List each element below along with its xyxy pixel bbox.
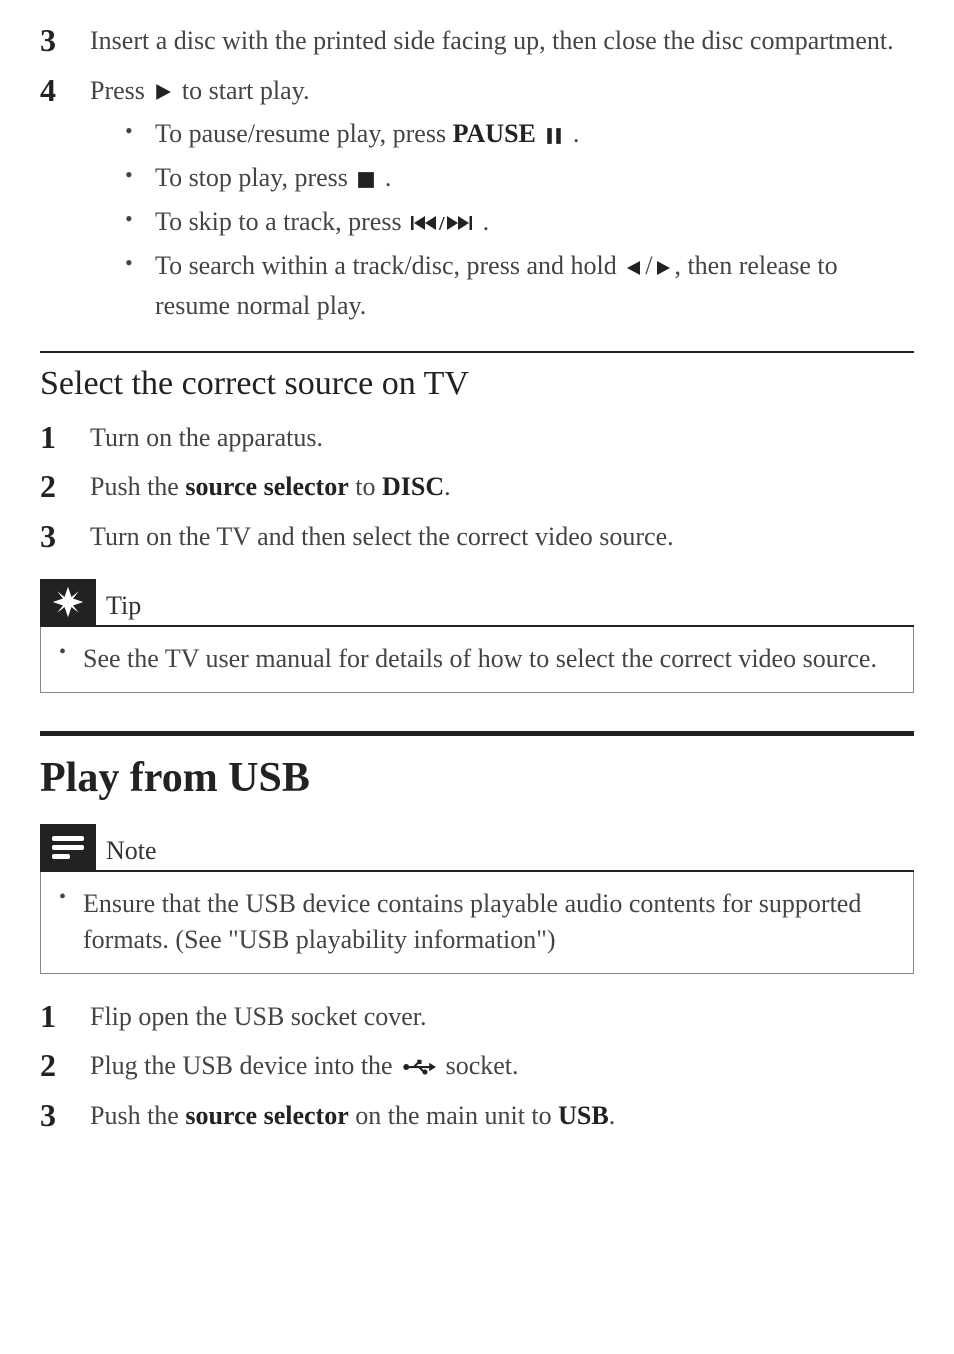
bullet-dot: • (125, 115, 155, 147)
step-number: 2 (40, 1045, 90, 1087)
svg-text:/: / (438, 214, 445, 232)
usb-icon (402, 1049, 436, 1087)
tip-icon (40, 579, 96, 625)
bullet-dot: • (125, 203, 155, 235)
pause-icon (545, 118, 563, 156)
bullet-dot: • (59, 641, 83, 664)
bullet-dot: • (125, 159, 155, 191)
note-body: • Ensure that the USB device contains pl… (40, 872, 914, 974)
text-suffix: to start play. (182, 76, 310, 105)
bullet-search: • To search within a track/disc, press a… (125, 247, 914, 325)
step-text: Turn on the TV and then select the corre… (90, 516, 914, 556)
step-text: Flip open the USB socket cover. (90, 996, 914, 1036)
bullet-dot: • (125, 247, 155, 279)
step-text: Insert a disc with the printed side faci… (90, 20, 914, 60)
tip-body: • See the TV user manual for details of … (40, 627, 914, 692)
left-arrow-icon (626, 249, 642, 287)
text-prefix: Press (90, 76, 151, 105)
step-number: 4 (40, 70, 90, 112)
bullet-skip: • To skip to a track, press / (125, 203, 914, 243)
usb-label: USB (558, 1101, 609, 1130)
text: To skip to a track, press (155, 207, 408, 236)
tv-step-1: 1 Turn on the apparatus. (40, 417, 914, 459)
tv-step-3: 3 Turn on the TV and then select the cor… (40, 516, 914, 558)
skip-prev-next-icon: / (411, 205, 473, 243)
bullet-dot: • (59, 886, 83, 909)
step-text: Plug the USB device into the socket. (90, 1045, 914, 1087)
text: To stop play, press (155, 163, 354, 192)
step-number: 1 (40, 417, 90, 459)
tip-label: Tip (96, 591, 914, 625)
section-heading-tv: Select the correct source on TV (40, 365, 914, 403)
step-text: Push the source selector on the main uni… (90, 1095, 914, 1135)
step-number: 2 (40, 466, 90, 508)
note-callout: Note • Ensure that the USB device contai… (40, 824, 914, 974)
tip-text: See the TV user manual for details of ho… (83, 641, 895, 677)
usb-step-2: 2 Plug the USB device into the socket. (40, 1045, 914, 1087)
text: . (378, 163, 391, 192)
divider (40, 351, 914, 353)
step-3: 3 Insert a disc with the printed side fa… (40, 20, 914, 62)
step-text: Press to start play. • To pause/resume p… (90, 70, 914, 329)
note-text: Ensure that the USB device contains play… (83, 886, 895, 959)
step-text: Turn on the apparatus. (90, 417, 914, 457)
pause-label: PAUSE (453, 119, 536, 148)
play-icon (154, 74, 172, 112)
tv-step-2: 2 Push the source selector to DISC. (40, 466, 914, 508)
step-number: 3 (40, 20, 90, 62)
bullet-stop: • To stop play, press . (125, 159, 914, 199)
step-number: 3 (40, 1095, 90, 1137)
slash: / (645, 251, 652, 280)
text: . (476, 207, 489, 236)
source-selector-label: source selector (185, 472, 348, 501)
source-selector-label: source selector (185, 1101, 348, 1130)
text: To search within a track/disc, press and… (155, 251, 623, 280)
step-number: 1 (40, 996, 90, 1038)
right-arrow-icon (655, 249, 671, 287)
disc-label: DISC (382, 472, 444, 501)
text: . (566, 119, 579, 148)
section-heading-usb: Play from USB (40, 754, 914, 802)
step-4: 4 Press to start play. • To pause/resume… (40, 70, 914, 329)
stop-icon (357, 162, 375, 200)
thick-divider (40, 731, 914, 736)
usb-step-3: 3 Push the source selector on the main u… (40, 1095, 914, 1137)
usb-step-1: 1 Flip open the USB socket cover. (40, 996, 914, 1038)
step-number: 3 (40, 516, 90, 558)
step-text: Push the source selector to DISC. (90, 466, 914, 506)
tip-callout: Tip • See the TV user manual for details… (40, 579, 914, 692)
text: To pause/resume play, press (155, 119, 453, 148)
note-icon (40, 824, 96, 870)
bullet-pause: • To pause/resume play, press PAUSE . (125, 115, 914, 155)
note-label: Note (96, 836, 914, 870)
sub-bullets: • To pause/resume play, press PAUSE . • … (90, 115, 914, 324)
